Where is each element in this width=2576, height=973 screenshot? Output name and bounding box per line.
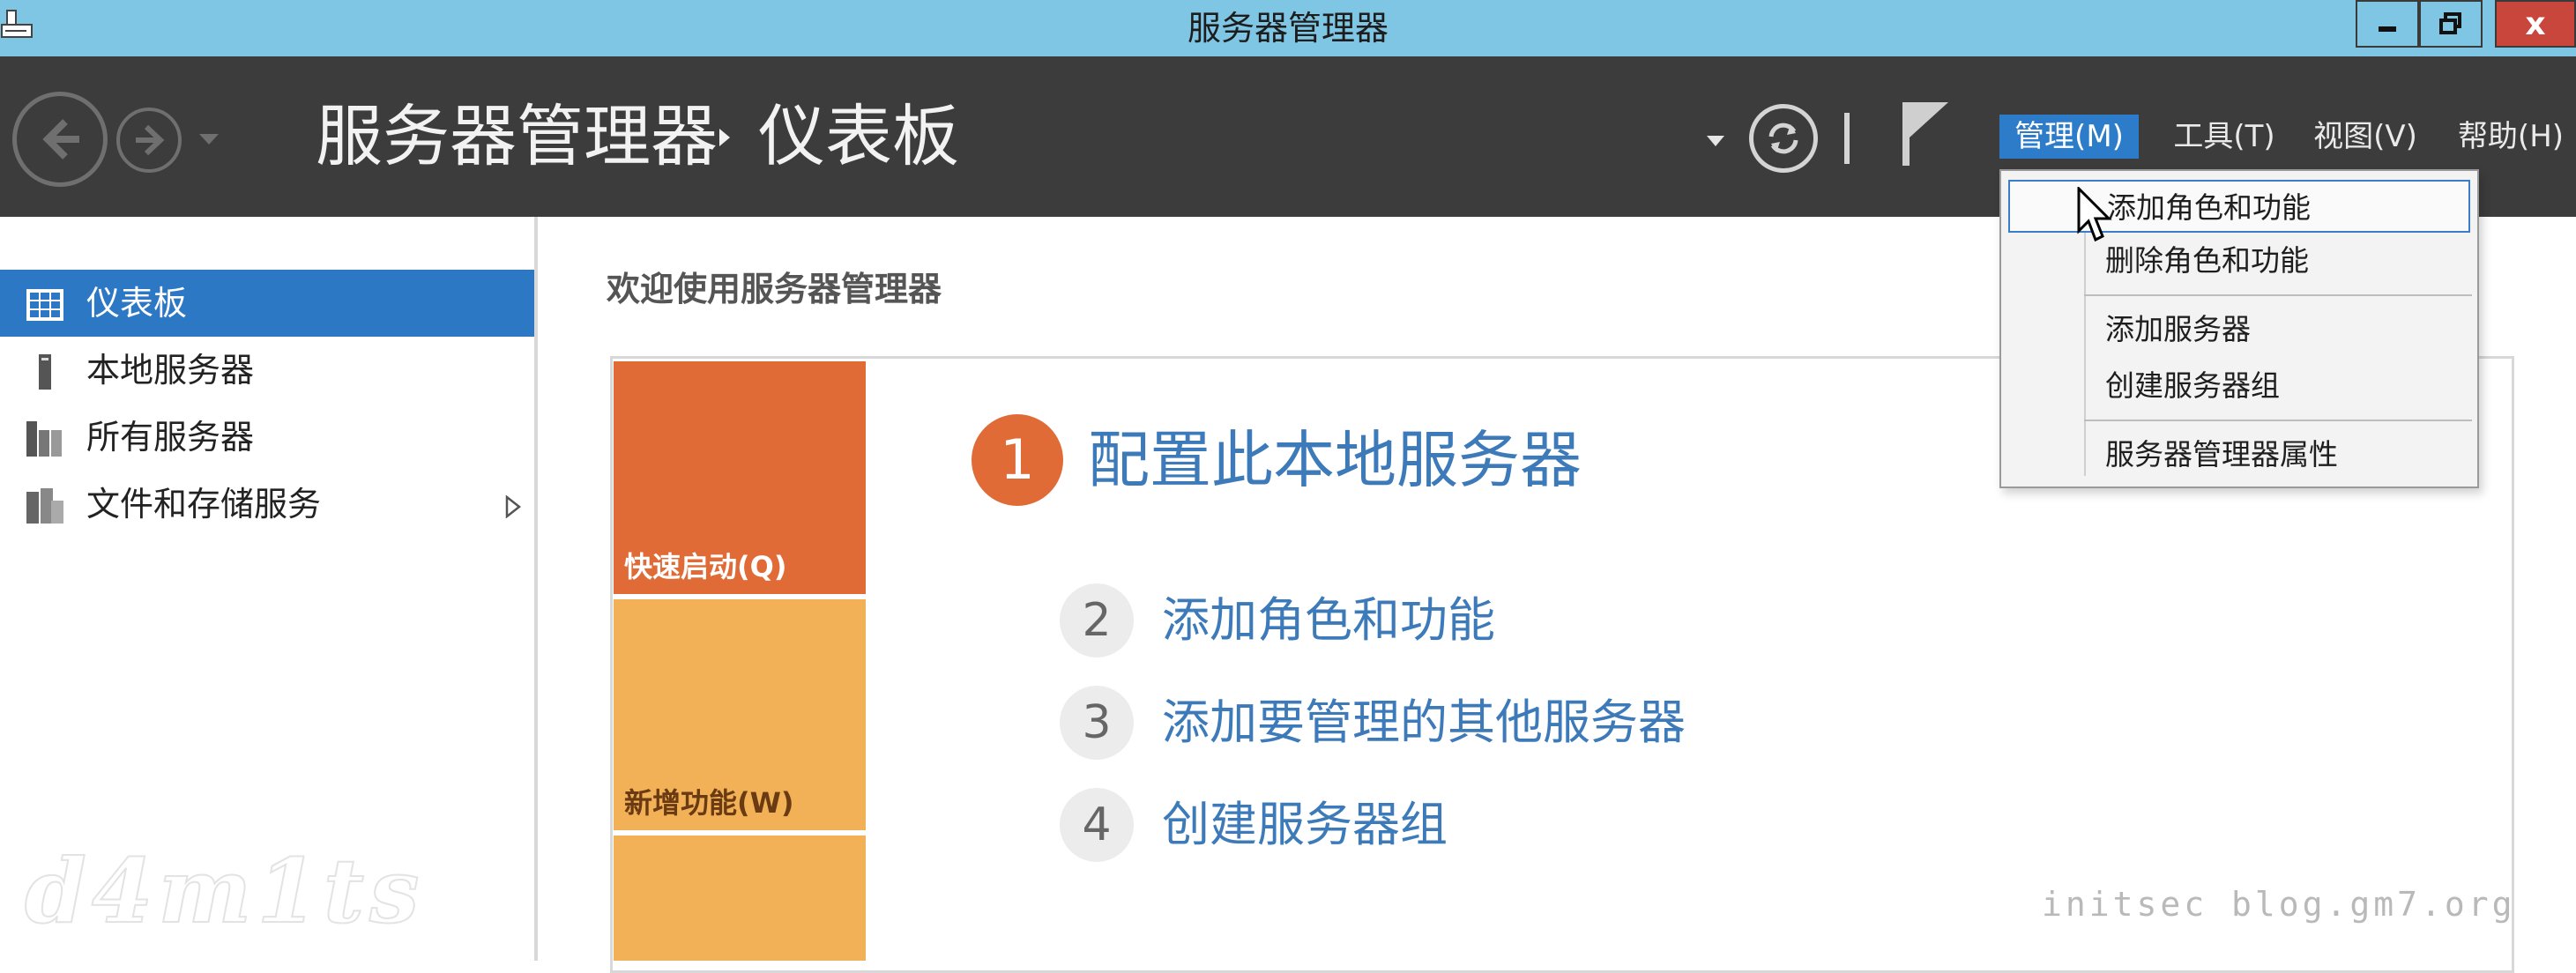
file-storage-icon: [26, 488, 63, 524]
watermark-logo: d4m1ts: [24, 838, 425, 944]
step-number-badge: 3: [1060, 686, 1134, 760]
back-arrow-icon: [42, 119, 79, 160]
sidebar-item-dashboard[interactable]: 仪表板: [0, 270, 534, 337]
step-number-badge: 1: [972, 414, 1063, 506]
restore-button[interactable]: [2419, 0, 2483, 48]
close-icon: x: [2525, 5, 2546, 42]
menu-manage[interactable]: 管理(M): [1999, 115, 2139, 159]
menu-tools[interactable]: 工具(T): [2169, 115, 2280, 159]
chevron-down-icon[interactable]: [1705, 132, 1726, 150]
close-button[interactable]: x: [2495, 0, 2576, 48]
step-link-add-roles[interactable]: 添加角色和功能: [1162, 583, 1495, 657]
sidebar-item-label: 仪表板: [86, 284, 188, 323]
tile-label: 新增功能(W): [624, 786, 794, 820]
minimize-button[interactable]: [2356, 0, 2419, 48]
toolbar-divider: [1844, 113, 1850, 164]
flag-icon[interactable]: [1895, 99, 1952, 169]
sidebar-item-local-server[interactable]: 本地服务器: [0, 337, 534, 404]
manage-dropdown-menu: 添加角色和功能 删除角色和功能 添加服务器 创建服务器组 服务器管理器属性: [1999, 169, 2479, 488]
title-bar: 服务器管理器 x: [0, 0, 2576, 56]
refresh-button[interactable]: [1749, 104, 1818, 173]
tile-quick-start[interactable]: 快速启动(Q): [614, 361, 866, 594]
menu-item-create-server-group[interactable]: 创建服务器组: [2008, 360, 2470, 412]
sidebar-item-label: 所有服务器: [86, 418, 255, 457]
tile-whats-new[interactable]: 新增功能(W): [614, 599, 866, 830]
restore-icon: [2439, 12, 2461, 34]
menu-item-add-servers[interactable]: 添加服务器: [2008, 303, 2470, 356]
sidebar-item-label: 文件和存储服务: [86, 485, 322, 524]
local-server-icon: [39, 354, 51, 390]
breadcrumb-current: 仪表板: [758, 97, 959, 175]
menu-view[interactable]: 视图(V): [2308, 115, 2423, 159]
window-title: 服务器管理器: [1187, 9, 1389, 48]
step-number-badge: 2: [1060, 583, 1134, 657]
forward-button[interactable]: [116, 108, 182, 173]
tile-learn-more[interactable]: [614, 836, 866, 961]
step-link-create-group[interactable]: 创建服务器组: [1162, 788, 1448, 862]
breadcrumb-root[interactable]: 服务器管理器: [316, 97, 718, 176]
refresh-icon: [1768, 123, 1798, 154]
step-link-configure-local-server[interactable]: 配置此本地服务器: [1088, 414, 1582, 506]
forward-arrow-icon: [136, 124, 165, 156]
watermark-text: initsec blog.gm7.org: [2042, 885, 2516, 924]
minimize-icon: [2379, 26, 2396, 32]
all-servers-icon: [26, 421, 62, 457]
tile-label: 快速启动(Q): [624, 550, 787, 583]
back-button[interactable]: [12, 92, 108, 187]
expand-arrow-icon[interactable]: [504, 495, 522, 518]
step-link-add-servers[interactable]: 添加要管理的其他服务器: [1162, 686, 1686, 760]
dashboard-grid-icon: [26, 289, 63, 321]
menu-separator: [2084, 294, 2472, 296]
menu-help[interactable]: 帮助(H): [2454, 115, 2567, 159]
mouse-cursor-icon: [2077, 187, 2112, 242]
breadcrumb-separator-icon: [719, 129, 730, 146]
menu-item-server-manager-properties[interactable]: 服务器管理器属性: [2008, 428, 2470, 481]
step-number-badge: 4: [1060, 788, 1134, 862]
welcome-title: 欢迎使用服务器管理器: [607, 270, 942, 308]
menu-separator: [2084, 420, 2472, 421]
sidebar-item-all-servers[interactable]: 所有服务器: [0, 404, 534, 471]
sidebar-item-file-storage[interactable]: 文件和存储服务: [0, 471, 534, 538]
chevron-down-icon[interactable]: [196, 125, 222, 152]
sidebar-item-label: 本地服务器: [86, 351, 255, 390]
